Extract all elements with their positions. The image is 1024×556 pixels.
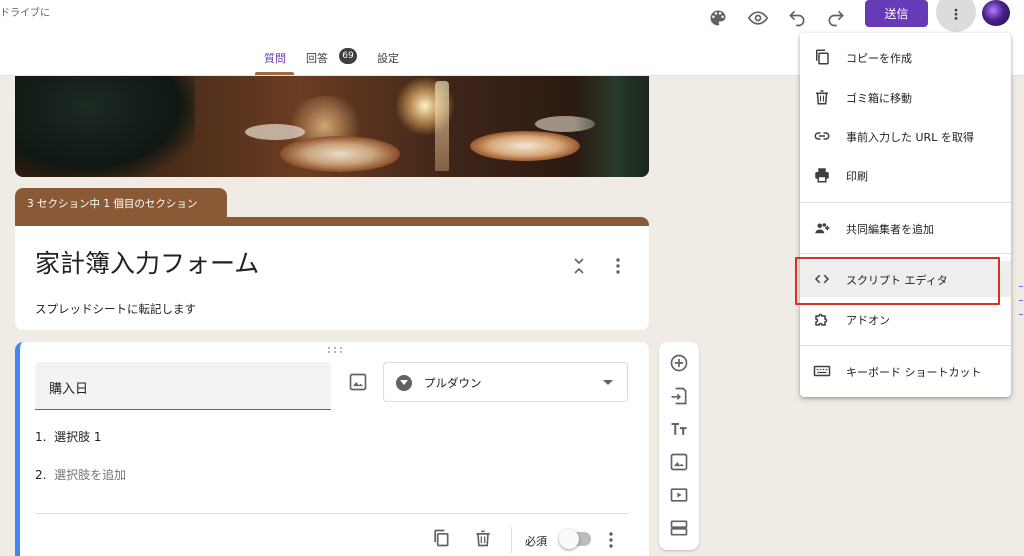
- more-options-button[interactable]: [936, 0, 976, 32]
- print-icon: [813, 166, 831, 184]
- menu-divider: [800, 253, 1011, 254]
- floating-toolbar: [659, 342, 699, 550]
- menu-divider: [800, 202, 1011, 203]
- copy-icon[interactable]: [431, 528, 451, 548]
- image-icon[interactable]: [348, 372, 368, 392]
- trash-icon: [813, 88, 831, 106]
- required-toggle[interactable]: [559, 529, 591, 549]
- redo-icon[interactable]: [822, 4, 850, 32]
- copy-icon: [813, 48, 831, 66]
- tab-underline: [255, 72, 294, 75]
- drive-saved-text: ドライブに: [0, 8, 50, 19]
- add-question-icon[interactable]: [669, 353, 689, 373]
- question-type-label: プルダウン: [424, 376, 482, 390]
- eye-icon[interactable]: [744, 4, 772, 32]
- menu-item-move-to-trash[interactable]: ゴミ箱に移動: [800, 79, 1011, 115]
- form-title[interactable]: 家計簿入力フォーム: [35, 244, 259, 280]
- add-section-icon[interactable]: [669, 518, 689, 538]
- collapse-icon[interactable]: [571, 256, 587, 276]
- tab-responses[interactable]: 回答: [306, 50, 328, 66]
- menu-item-add-ons[interactable]: アドオン: [800, 301, 1011, 337]
- tab-questions[interactable]: 質問: [264, 50, 286, 66]
- question-title-input[interactable]: 購入日: [35, 362, 331, 410]
- menu-divider: [800, 345, 1011, 346]
- menu-item-keyboard-shortcuts[interactable]: キーボード ショートカット: [800, 353, 1011, 389]
- menu-item-label: 事前入力した URL を取得: [846, 131, 974, 144]
- add-video-icon[interactable]: [669, 485, 689, 505]
- section-tag: 3 セクション中 1 個目のセクション: [15, 188, 227, 218]
- form-title-card[interactable]: 家計簿入力フォーム スプレッドシートに転記します: [15, 217, 649, 330]
- send-button[interactable]: 送信: [865, 0, 928, 27]
- link-icon: [813, 127, 831, 145]
- option-item[interactable]: 1. 選択肢 1: [35, 428, 102, 445]
- responses-count-badge: 69: [339, 48, 357, 64]
- import-questions-icon[interactable]: [669, 386, 689, 406]
- form-description[interactable]: スプレッドシートに転記します: [35, 301, 196, 317]
- menu-item-label: アドオン: [846, 314, 890, 327]
- more-options-menu: コピーを作成 ゴミ箱に移動 事前入力した URL を取得 印刷 共同編集者を追加…: [800, 33, 1011, 397]
- menu-item-label: キーボード ショートカット: [846, 366, 982, 379]
- palette-icon[interactable]: [704, 4, 732, 32]
- highlight-annotation: [795, 257, 1000, 305]
- question-type-select[interactable]: プルダウン: [383, 362, 628, 402]
- add-option[interactable]: 2. 選択肢を追加: [35, 466, 126, 483]
- keyboard-icon: [813, 362, 831, 380]
- trash-icon[interactable]: [473, 528, 493, 548]
- drag-handle-icon[interactable]: [326, 346, 344, 354]
- more-vert-icon: [954, 8, 958, 20]
- menu-item-make-copy[interactable]: コピーを作成: [800, 39, 1011, 75]
- tab-settings[interactable]: 設定: [377, 50, 399, 66]
- avatar[interactable]: [982, 0, 1010, 26]
- menu-item-label: ゴミ箱に移動: [846, 92, 912, 105]
- divider: [511, 527, 512, 553]
- question-card[interactable]: 購入日 プルダウン 1. 選択肢 1 2. 選択肢を追加 必須: [15, 342, 649, 556]
- more-vert-icon[interactable]: [611, 256, 625, 276]
- required-label: 必須: [525, 535, 547, 548]
- dropdown-type-icon: [396, 375, 412, 391]
- menu-item-label: コピーを作成: [846, 52, 912, 65]
- menu-item-print[interactable]: 印刷: [800, 157, 1011, 193]
- more-vert-icon[interactable]: [604, 530, 618, 550]
- menu-item-label: 共同編集者を追加: [846, 223, 934, 236]
- menu-item-get-prefilled-link[interactable]: 事前入力した URL を取得: [800, 118, 1011, 154]
- add-people-icon: [813, 219, 831, 237]
- header-image: [15, 76, 649, 177]
- undo-icon[interactable]: [783, 4, 811, 32]
- divider: [35, 513, 629, 514]
- edge-marks: [1019, 286, 1023, 316]
- question-title: 購入日: [49, 382, 89, 397]
- menu-item-label: 印刷: [846, 170, 868, 183]
- menu-item-add-collaborators[interactable]: 共同編集者を追加: [800, 210, 1011, 246]
- chevron-down-icon: [603, 380, 613, 385]
- puzzle-icon: [813, 310, 831, 328]
- add-title-icon[interactable]: [669, 419, 689, 439]
- add-image-icon[interactable]: [669, 452, 689, 472]
